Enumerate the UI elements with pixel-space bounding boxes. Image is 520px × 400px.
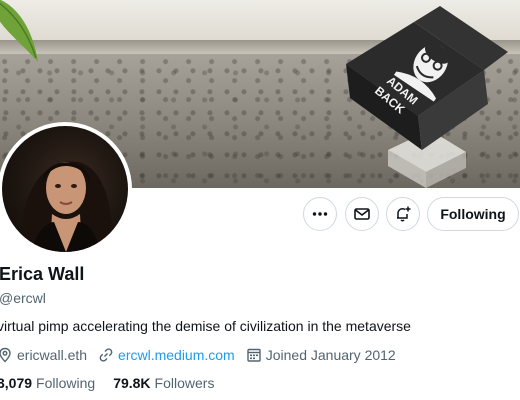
location-text: ericwall.eth <box>17 347 88 363</box>
profile-avatar[interactable] <box>0 122 132 256</box>
notifications-button[interactable] <box>386 197 420 231</box>
message-button[interactable] <box>345 197 379 231</box>
following-label: Following <box>36 375 96 391</box>
profile-bio: virtual pimp accelerating the demise of … <box>0 318 411 334</box>
profile-meta: ericwall.eth ercwl.medium.com Joined Jan… <box>0 345 407 365</box>
followers-stat[interactable]: 79.8K Followers <box>113 375 214 391</box>
more-horizontal-icon <box>312 212 328 216</box>
link-icon <box>99 348 113 362</box>
following-stat[interactable]: 3,079 Following <box>0 375 95 391</box>
bell-plus-icon <box>397 206 411 222</box>
adam-back-cube-image: ADAM BACK <box>346 6 508 188</box>
website-item[interactable]: ercwl.medium.com <box>98 347 235 363</box>
user-handle: @ercwl <box>0 290 46 306</box>
following-count: 3,079 <box>0 375 33 391</box>
joined-text: Joined January 2012 <box>265 347 396 363</box>
calendar-icon <box>247 348 261 362</box>
plant-leaf-image <box>0 0 38 62</box>
website-link[interactable]: ercwl.medium.com <box>118 347 235 363</box>
envelope-icon <box>354 208 370 220</box>
followers-label: Followers <box>154 375 215 391</box>
display-name: Erica Wall <box>0 264 85 284</box>
following-button[interactable]: Following <box>427 197 519 231</box>
location-item: ericwall.eth <box>0 347 87 363</box>
joined-item: Joined January 2012 <box>246 347 396 363</box>
avatar-photo <box>2 126 128 252</box>
followers-count: 79.8K <box>113 375 151 391</box>
more-options-button[interactable] <box>303 197 337 231</box>
profile-stats: 3,079 Following 79.8K Followers <box>0 375 232 391</box>
location-pin-icon <box>0 347 11 363</box>
